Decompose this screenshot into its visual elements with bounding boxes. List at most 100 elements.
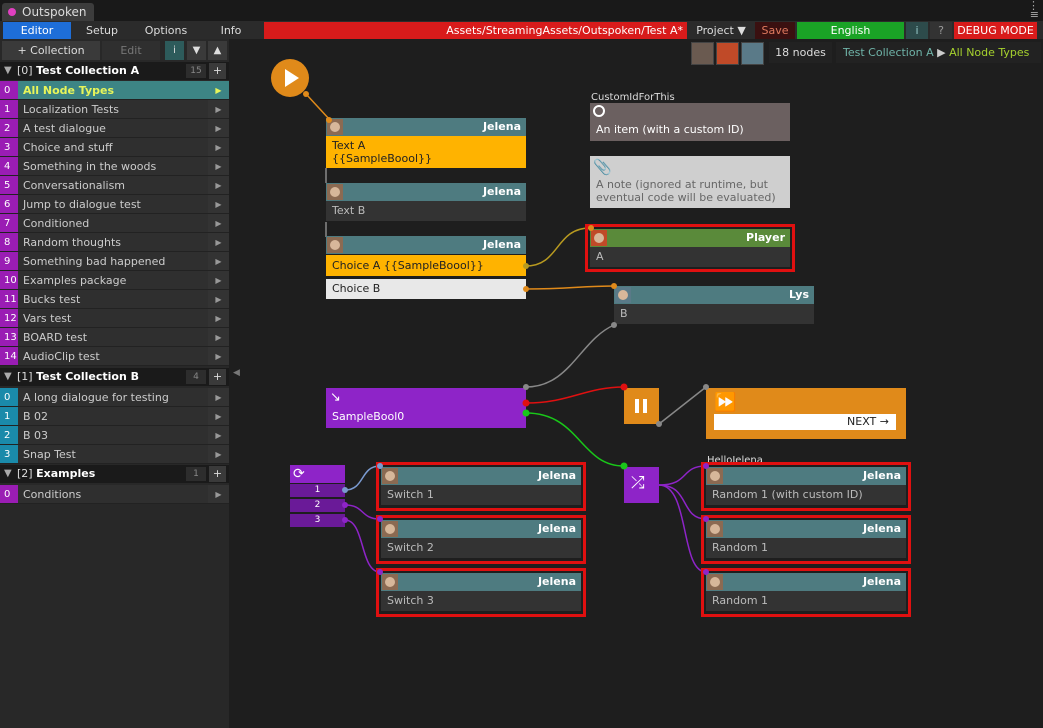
open-arrow-icon[interactable]: ▶ [208, 119, 229, 137]
list-item-index: 8 [0, 233, 18, 251]
list-item-label: Localization Tests [23, 103, 120, 116]
list-item-index: 12 [0, 309, 18, 327]
list-item-label: BOARD test [23, 331, 88, 344]
open-arrow-icon[interactable]: ▶ [208, 176, 229, 194]
open-arrow-icon[interactable]: ▶ [208, 157, 229, 175]
open-arrow-icon[interactable]: ▶ [208, 407, 229, 425]
open-arrow-icon[interactable]: ▶ [208, 485, 229, 503]
list-item[interactable]: 14 AudioClip test ▶ [0, 347, 229, 366]
list-item-label: Vars test [23, 312, 72, 325]
list-item[interactable]: 4 Something in the woods ▶ [0, 157, 229, 176]
list-item-label: Bucks test [23, 293, 81, 306]
list-item[interactable]: 1 B 02 ▶ [0, 407, 229, 426]
list-item-label: Snap Test [23, 448, 76, 461]
port-dot[interactable] [342, 502, 348, 508]
list-item-label: A test dialogue [23, 122, 106, 135]
list-item-index: 1 [0, 407, 18, 425]
list-item[interactable]: 1 Localization Tests ▶ [0, 100, 229, 119]
open-arrow-icon[interactable]: ▶ [208, 271, 229, 289]
open-arrow-icon[interactable]: ▶ [208, 445, 229, 463]
list-item-label: A long dialogue for testing [23, 391, 169, 404]
port-dot[interactable] [703, 463, 709, 469]
port-dot[interactable] [326, 117, 332, 123]
list-item-label: Jump to dialogue test [23, 198, 141, 211]
port-dot[interactable] [703, 516, 709, 522]
port-dot[interactable] [611, 283, 617, 289]
list-item[interactable]: 2 A test dialogue ▶ [0, 119, 229, 138]
open-arrow-icon[interactable]: ▶ [208, 347, 229, 365]
list-item[interactable]: 13 BOARD test ▶ [0, 328, 229, 347]
list-item[interactable]: 12 Vars test ▶ [0, 309, 229, 328]
port-dot[interactable] [620, 383, 628, 391]
list-item[interactable]: 5 Conversationalism ▶ [0, 176, 229, 195]
list-item-label: Conversationalism [23, 179, 126, 192]
port-dot[interactable] [523, 286, 529, 292]
port-dot[interactable] [703, 569, 709, 575]
list-item[interactable]: 3 Snap Test ▶ [0, 445, 229, 464]
list-item-index: 0 [0, 81, 18, 99]
list-item-index: 13 [0, 328, 18, 346]
list-item-index: 3 [0, 445, 18, 463]
open-arrow-icon[interactable]: ▶ [208, 328, 229, 346]
list-item-index: 2 [0, 119, 18, 137]
list-item-index: 3 [0, 138, 18, 156]
port-dot[interactable] [523, 263, 529, 269]
list-item[interactable]: 10 Examples package ▶ [0, 271, 229, 290]
list-item-index: 10 [0, 271, 18, 289]
list-item-index: 5 [0, 176, 18, 194]
open-arrow-icon[interactable]: ▶ [208, 100, 229, 118]
list-item[interactable]: 0 A long dialogue for testing ▶ [0, 388, 229, 407]
list-item[interactable]: 6 Jump to dialogue test ▶ [0, 195, 229, 214]
list-item-label: Conditioned [23, 217, 90, 230]
port-dot[interactable] [656, 421, 662, 427]
port-dot[interactable] [703, 384, 709, 390]
list-item-index: 2 [0, 426, 18, 444]
port-dot[interactable] [377, 463, 383, 469]
list-item[interactable]: 3 Choice and stuff ▶ [0, 138, 229, 157]
list-item-index: 4 [0, 157, 18, 175]
list-item-label: B 02 [23, 410, 49, 423]
open-arrow-icon[interactable]: ▶ [208, 195, 229, 213]
open-arrow-icon[interactable]: ▶ [208, 388, 229, 406]
list-item-label: Examples package [23, 274, 127, 287]
list-item-index: 0 [0, 388, 18, 406]
list-item[interactable]: 11 Bucks test ▶ [0, 290, 229, 309]
port-dot[interactable] [377, 569, 383, 575]
port-dot[interactable] [620, 462, 628, 470]
port-dot[interactable] [588, 225, 594, 231]
open-arrow-icon[interactable]: ▶ [208, 426, 229, 444]
list-item-label: Random thoughts [23, 236, 122, 249]
port-dot[interactable] [522, 399, 530, 407]
list-item[interactable]: 9 Something bad happened ▶ [0, 252, 229, 271]
open-arrow-icon[interactable]: ▶ [208, 81, 229, 99]
list-item-label: Conditions [23, 488, 82, 501]
list-item-index: 7 [0, 214, 18, 232]
list-item[interactable]: 2 B 03 ▶ [0, 426, 229, 445]
port-dot[interactable] [523, 384, 529, 390]
list-item[interactable]: 8 Random thoughts ▶ [0, 233, 229, 252]
open-arrow-icon[interactable]: ▶ [208, 290, 229, 308]
port-dot[interactable] [303, 91, 309, 97]
list-item[interactable]: 0 All Node Types ▶ [0, 81, 229, 100]
list-item-index: 0 [0, 485, 18, 503]
list-item-label: All Node Types [23, 84, 115, 97]
open-arrow-icon[interactable]: ▶ [208, 233, 229, 251]
port-dot[interactable] [377, 516, 383, 522]
open-arrow-icon[interactable]: ▶ [208, 214, 229, 232]
port-dot[interactable] [611, 322, 617, 328]
list-item-index: 9 [0, 252, 18, 270]
port-dot[interactable] [342, 487, 348, 493]
list-item-label: Something bad happened [23, 255, 166, 268]
open-arrow-icon[interactable]: ▶ [208, 309, 229, 327]
list-item[interactable]: 0 Conditions ▶ [0, 485, 229, 504]
list-item-label: B 03 [23, 429, 49, 442]
open-arrow-icon[interactable]: ▶ [208, 138, 229, 156]
list-item-index: 14 [0, 347, 18, 365]
list-item-label: AudioClip test [23, 350, 100, 363]
port-dot[interactable] [342, 517, 348, 523]
list-item[interactable]: 7 Conditioned ▶ [0, 214, 229, 233]
open-arrow-icon[interactable]: ▶ [208, 252, 229, 270]
port-dot[interactable] [522, 409, 530, 417]
list-item-index: 11 [0, 290, 18, 308]
list-item-index: 6 [0, 195, 18, 213]
